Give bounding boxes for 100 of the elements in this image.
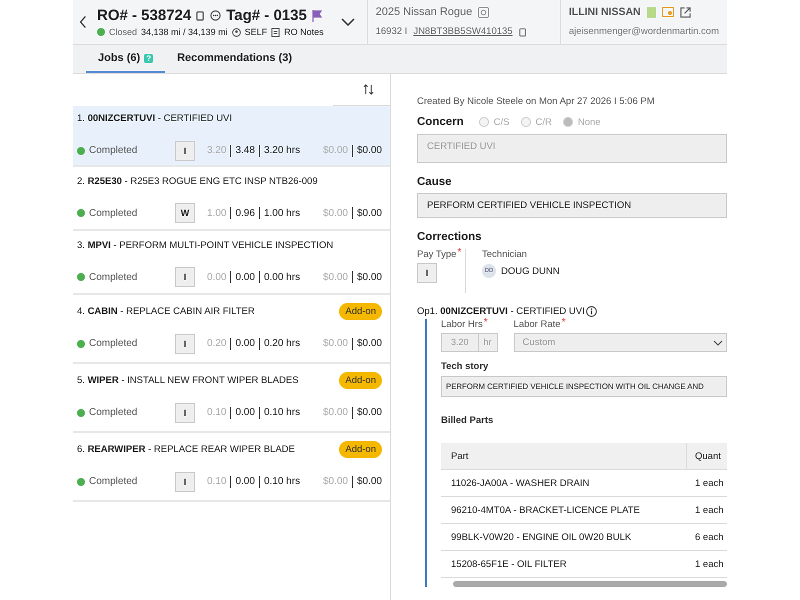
status-dot [97,28,105,36]
copy-icon[interactable] [518,26,527,36]
pay-type-field[interactable]: I [417,263,437,283]
status-dot [77,273,85,281]
table-cell-text: 1 each [694,558,725,572]
pay-type-box: I [175,402,195,422]
status-dot [77,340,85,348]
pay-type-label: Pay Type [417,249,456,260]
billed-hours: 3.20 hrs [264,145,300,156]
billed-hours: 1.00 hrs [264,208,300,218]
copy-icon[interactable] [196,10,206,21]
job-status: Completed [89,476,138,487]
actual-hours: 0.96 [235,208,255,218]
status-dot [77,209,85,217]
status-dot [77,146,85,154]
add-on-badge: Add-on [339,441,382,458]
cause-field[interactable]: PERFORM CERTIFIED VEHICLE INSPECTION [417,193,727,218]
job-card[interactable]: 1. 00NIZCERTUVI - CERTIFIED UVI Completed I 3.20 3.48 3.20 hrs $0.00 $0.00 [73,106,390,167]
ro-status: Closed [109,27,138,37]
job-cost: $0.00 [322,145,348,156]
billed-hours: 0.20 hrs [264,338,300,349]
tab[interactable]: Recommendations (3) [165,45,304,73]
flag-icon[interactable] [312,10,322,22]
job-title: 1. 00NIZCERTUVI - CERTIFIED UVI [77,113,232,124]
job-cost: $0.00 [322,272,348,282]
table-cell-text: 11026-JA00A - WASHER DRAIN [450,478,590,488]
caret-icon [713,340,723,346]
job-status: Completed [89,407,138,418]
table-cell-text: 96210-4MT0A - BRACKET-LICENCE PLATE [450,504,641,516]
job-title: 5. WIPER - INSTALL NEW FRONT WIPER BLADES [77,375,299,386]
job-total: $0.00 [356,272,382,282]
pay-type-box: I [175,472,195,492]
job-cost: $0.00 [322,407,348,418]
job-cost: $0.00 [322,476,348,487]
vin-link[interactable]: JN8BT3BB5SW410135 [413,26,513,37]
radio-label: None [578,116,601,128]
job-total: $0.00 [356,208,382,218]
stock-number: 16932 I [376,26,408,37]
pay-type-box: I [175,267,195,287]
sold-hours: 0.10 [207,476,226,487]
job-title: 6. REARWIPER - REPLACE REAR WIPER BLADE [77,444,295,455]
table-cell-text: 1 each [694,476,725,490]
sold-hours: 3.20 [207,145,226,156]
status-dot [77,478,85,486]
created-by-text: Created By Nicole Steele on Mon Apr 27 2026 I 5:06 PM [417,96,656,107]
radio-label: C/S [494,116,510,128]
job-cost: $0.00 [322,338,348,349]
actual-hours: 0.00 [235,476,255,487]
pay-type-box: I [175,140,195,160]
chat-icon[interactable] [210,10,222,21]
table-cell-text: 6 each [694,530,725,544]
ro-number: RO# - 538724 [97,7,192,24]
radio-label: C/R [536,116,552,128]
billed-hours: 0.10 hrs [264,407,300,418]
sold-hours: 0.10 [207,407,226,418]
billed-hours: 0.10 hrs [264,476,300,487]
chevron-down-icon[interactable] [340,18,355,26]
job-cost: $0.00 [322,208,348,218]
concern-heading: Concern [417,116,464,128]
horizontal-scrollbar[interactable] [453,581,727,587]
status-dot [77,408,85,416]
job-total: $0.00 [356,476,382,487]
actual-hours: 0.00 [235,338,255,349]
add-on-badge: Add-on [339,303,382,320]
actual-hours: 3.48 [235,145,255,156]
vehicle-name: 2025 Nissan Rogue [376,6,472,18]
sold-hours: 0.00 [207,272,226,282]
labor-rate-label: Labor Rate [514,319,561,330]
job-total: $0.00 [356,338,382,349]
table-cell-text: 99BLK-V0W20 - ENGINE OIL 0W20 BULK [450,532,632,542]
operation-title: Op1. 00NIZCERTUVI - CERTIFIED UVI [417,306,585,317]
column-header: Quant [686,443,727,469]
help-badge: ? [144,54,154,62]
dealer-name: ILLINI NISSAN [568,6,641,18]
concern-radio[interactable] [478,117,489,127]
table-cell-text: 15208-65F1E - OIL FILTER [450,558,568,570]
actual-hours: 0.00 [235,407,255,418]
sort-icon[interactable] [363,84,374,95]
mileage: 34,138 mi / 34,139 mi [141,27,228,37]
job-status: Completed [89,145,138,156]
info-icon[interactable] [586,306,597,317]
concern-radio[interactable] [520,117,530,127]
table-cell-text: 1 each [694,504,725,518]
job-title: 4. CABIN - REPLACE CABIN AIR FILTER [77,306,255,317]
customer-type: SELF [244,27,268,37]
labor-hours-label: Labor Hrs [441,319,483,330]
person-icon [232,28,241,36]
concern-radio[interactable] [562,117,573,127]
external-link-icon[interactable] [680,6,691,18]
required-mark: * [484,319,488,327]
job-status: Completed [89,338,138,349]
required-mark: * [562,319,566,327]
back-icon[interactable] [79,15,87,29]
job-status: Completed [89,272,138,282]
ro-notes-link[interactable]: RO Notes [284,27,324,37]
pay-type-box: I [175,334,195,354]
cause-heading: Cause [417,176,453,188]
technician-name: DOUG DUNN [501,266,560,276]
tab[interactable]: Jobs (6) ? [86,45,166,73]
billed-parts-heading: Billed Parts [441,415,494,426]
